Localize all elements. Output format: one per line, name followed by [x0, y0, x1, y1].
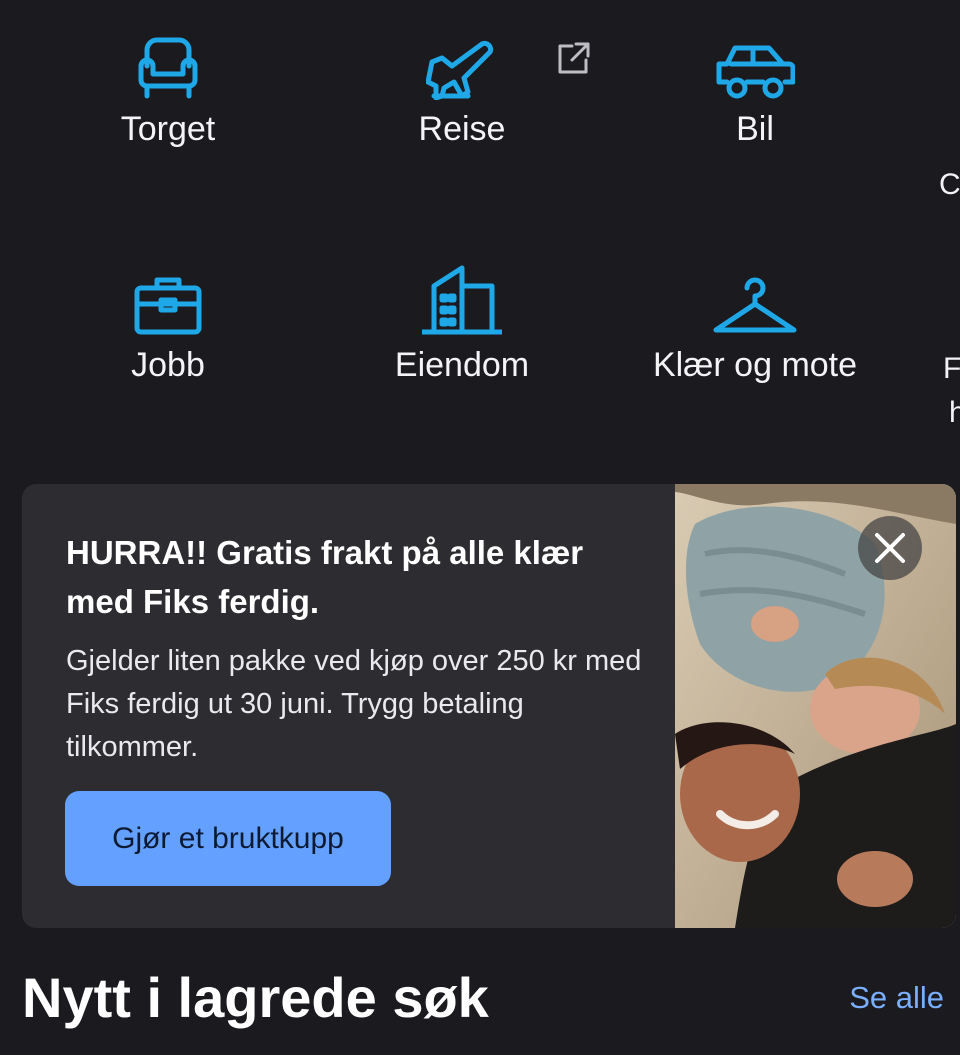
category-label: Klær og mote [652, 346, 858, 384]
promo-text: HURRA!! Gratis frakt på alle klær med Fi… [66, 528, 656, 769]
close-button[interactable] [858, 516, 922, 580]
category-torget[interactable]: Torget [38, 0, 298, 149]
promo-card[interactable]: HURRA!! Gratis frakt på alle klær med Fi… [22, 484, 956, 928]
buildings-icon [332, 236, 592, 336]
category-label: Torget [120, 110, 216, 148]
promo-body: Gjelder liten pakke ved kjøp over 250 kr… [66, 645, 642, 763]
category-reise[interactable]: Reise [332, 0, 592, 149]
armchair-icon [38, 0, 298, 100]
see-all-link[interactable]: Se alle [849, 980, 944, 1016]
category-eiendom[interactable]: Eiendom [332, 236, 592, 385]
section-title-saved-searches: Nytt i lagrede søk [22, 966, 489, 1029]
category-bil[interactable]: Bil [625, 0, 885, 149]
category-label: Jobb [131, 346, 205, 384]
cropped-category-label: h [949, 396, 960, 429]
close-icon [875, 533, 905, 563]
category-label: Bil [736, 110, 774, 148]
promo-cta-button[interactable]: Gjør et bruktkupp [65, 791, 391, 886]
external-link-icon [556, 40, 592, 81]
cropped-category-label: C [939, 168, 960, 201]
category-label: Eiendom [394, 346, 530, 384]
hanger-icon [625, 236, 885, 336]
category-label: Reise [418, 110, 506, 148]
category-klaer-og-mote[interactable]: Klær og mote [625, 236, 885, 385]
airplane-departure-icon [332, 0, 592, 100]
briefcase-icon [38, 236, 298, 336]
car-icon [625, 0, 885, 100]
category-jobb[interactable]: Jobb [38, 236, 298, 385]
promo-title: HURRA!! Gratis frakt på alle klær med Fi… [66, 534, 584, 620]
cropped-category-label: F [943, 352, 960, 385]
